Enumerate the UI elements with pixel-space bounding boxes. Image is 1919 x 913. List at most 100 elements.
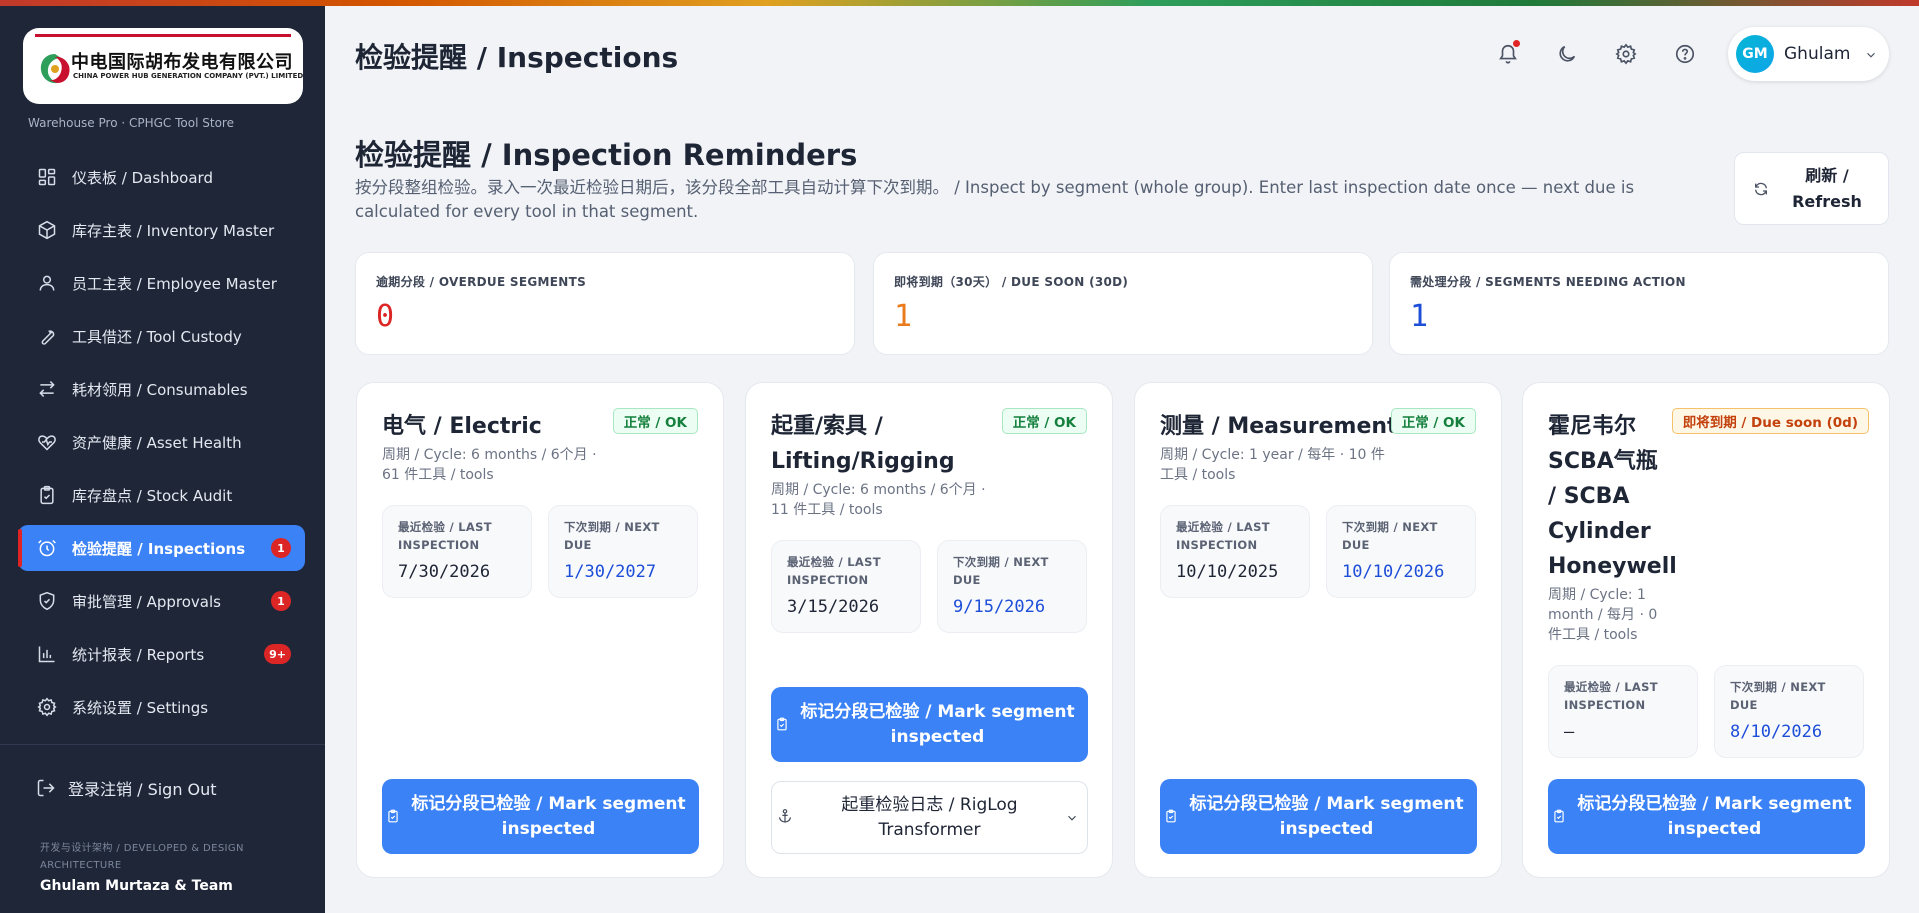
section-description: 按分段整组检验。录入一次最近检验日期后，该分段全部工具自动计算下次到期。 / I…: [355, 178, 1635, 221]
sidebar-item-tool-custody[interactable]: 工具借还 / Tool Custody: [18, 313, 305, 359]
next-due-box: 下次到期 / NEXT DUE 10/10/2026: [1326, 505, 1476, 598]
segment-meta: 周期 / Cycle: 6 months / 6个月 · 61 件工具 / to…: [382, 447, 597, 483]
sidebar: 中电国际胡布发电有限公司 CHINA POWER HUB GENERATION …: [0, 0, 325, 913]
status-badge: 正常 / OK: [1390, 408, 1476, 434]
sidebar-item-label: 库存盘点 / Stock Audit: [72, 486, 233, 505]
riglog-transformer-dropdown[interactable]: 起重检验日志 / RigLog Transformer: [771, 781, 1088, 854]
mark-segment-label: 标记分段已检验 / Mark segment inspected: [1189, 793, 1464, 839]
sidebar-item-label: 库存主表 / Inventory Master: [72, 221, 275, 240]
notification-dot: [1513, 40, 1520, 47]
last-inspection-label: 最近检验 / LAST INSPECTION: [1564, 680, 1658, 712]
status-badge: 即将到期 / Due soon (0d): [1671, 408, 1869, 434]
refresh-label: 刷新 / Refresh: [1792, 165, 1862, 211]
page-title: 检验提醒 / Inspections: [355, 41, 679, 74]
company-logo[interactable]: 中电国际胡布发电有限公司 CHINA POWER HUB GENERATION …: [23, 28, 303, 104]
mark-segment-label: 标记分段已检验 / Mark segment inspected: [800, 701, 1075, 747]
logo-mark-icon: [40, 54, 70, 84]
reports-count-badge: 9+: [264, 644, 291, 664]
next-due-box: 下次到期 / NEXT DUE 9/15/2026: [937, 540, 1087, 633]
logo-chinese-name: 中电国际胡布发电有限公司: [71, 52, 293, 73]
mark-segment-inspected-button[interactable]: 标记分段已检验 / Mark segment inspected: [382, 779, 699, 854]
help-circle-icon: [1675, 44, 1695, 64]
chevron-down-icon: [1065, 810, 1079, 824]
last-inspection-date: 10/10/2025: [1176, 562, 1279, 582]
stat-card-due-soon: 即将到期（30天） / DUE SOON (30D) 1: [873, 252, 1373, 355]
theme-toggle-button[interactable]: [1553, 40, 1581, 68]
chevron-down-icon: [1864, 47, 1878, 61]
heart-pulse-icon: [36, 431, 58, 453]
stat-label: 逾期分段 / OVERDUE SEGMENTS: [376, 275, 587, 289]
sidebar-item-approvals[interactable]: 审批管理 / Approvals 1: [18, 578, 305, 624]
user-icon: [36, 272, 58, 294]
sidebar-item-label: 统计报表 / Reports: [72, 645, 205, 664]
sidebar-item-inspections[interactable]: 检验提醒 / Inspections 1: [18, 525, 305, 571]
developer-credit-name: Ghulam Murtaza & Team: [40, 878, 233, 894]
stat-label: 即将到期（30天） / DUE SOON (30D): [894, 275, 1129, 289]
help-button[interactable]: [1671, 40, 1699, 68]
next-due-label: 下次到期 / NEXT DUE: [564, 520, 660, 552]
mark-segment-inspected-button[interactable]: 标记分段已检验 / Mark segment inspected: [1548, 779, 1865, 854]
sidebar-divider: [0, 744, 325, 745]
alarm-clock-icon: [36, 537, 58, 559]
sidebar-item-inventory[interactable]: 库存主表 / Inventory Master: [18, 207, 305, 253]
mark-segment-label: 标记分段已检验 / Mark segment inspected: [1577, 793, 1852, 839]
segment-title: 起重/索具 / Lifting/Rigging: [771, 414, 955, 474]
sidebar-item-label: 耗材领用 / Consumables: [72, 380, 248, 399]
next-due-label: 下次到期 / NEXT DUE: [953, 555, 1049, 587]
app-subtitle: Warehouse Pro · CPHGC Tool Store: [28, 116, 234, 130]
mark-segment-inspected-button[interactable]: 标记分段已检验 / Mark segment inspected: [771, 687, 1088, 762]
logo-english-name: CHINA POWER HUB GENERATION COMPANY (PVT.…: [73, 72, 303, 80]
stat-value: 1: [1410, 299, 1429, 334]
user-menu[interactable]: GM Ghulam: [1728, 27, 1889, 81]
last-inspection-box: 最近检验 / LAST INSPECTION —: [1548, 665, 1698, 758]
gear-icon: [36, 696, 58, 718]
sign-out-button[interactable]: 登录注销 / Sign Out: [36, 776, 217, 800]
next-due-box: 下次到期 / NEXT DUE 8/10/2026: [1714, 665, 1864, 758]
settings-button[interactable]: [1612, 40, 1640, 68]
mark-segment-inspected-button[interactable]: 标记分段已检验 / Mark segment inspected: [1160, 779, 1477, 854]
stat-card-needing-action: 需处理分段 / SEGMENTS NEEDING ACTION 1: [1389, 252, 1889, 355]
sidebar-item-employees[interactable]: 员工主表 / Employee Master: [18, 260, 305, 306]
refresh-icon: [1755, 182, 1767, 195]
sidebar-nav: 仪表板 / Dashboard 库存主表 / Inventory Master …: [18, 154, 305, 737]
riglog-label: 起重检验日志 / RigLog Transformer: [841, 794, 1018, 840]
inspections-count-badge: 1: [271, 538, 291, 558]
notifications-button[interactable]: [1494, 40, 1522, 68]
gear-icon: [1615, 43, 1637, 65]
clipboard-icon: [1552, 808, 1568, 824]
segment-meta: 周期 / Cycle: 1 month / 每月 · 0 件工具 / tools: [1548, 587, 1658, 643]
next-due-label: 下次到期 / NEXT DUE: [1730, 680, 1826, 712]
moon-icon: [1559, 45, 1576, 62]
last-inspection-label: 最近检验 / LAST INSPECTION: [787, 555, 881, 587]
wrench-icon: [36, 325, 58, 347]
next-due-date: 8/10/2026: [1730, 722, 1823, 742]
sidebar-item-asset-health[interactable]: 资产健康 / Asset Health: [18, 419, 305, 465]
refresh-button[interactable]: 刷新 / Refresh: [1734, 152, 1889, 225]
sidebar-item-reports[interactable]: 统计报表 / Reports 9+: [18, 631, 305, 677]
segment-meta: 周期 / Cycle: 1 year / 每年 · 10 件工具 / tools: [1160, 447, 1385, 483]
top-accent-strip: [0, 0, 1919, 6]
segment-card-measurement: 测量 / Measurement 正常 / OK 周期 / Cycle: 1 y…: [1134, 382, 1502, 878]
segment-card-lifting-rigging: 起重/索具 / Lifting/Rigging 正常 / OK 周期 / Cyc…: [745, 382, 1113, 878]
avatar: GM: [1736, 35, 1774, 73]
sign-out-icon: [37, 779, 55, 797]
status-badge: 正常 / OK: [612, 408, 698, 434]
next-due-label: 下次到期 / NEXT DUE: [1342, 520, 1438, 552]
bar-chart-icon: [36, 643, 58, 665]
sidebar-item-label: 检验提醒 / Inspections: [72, 539, 246, 558]
segment-title: 霍尼韦尔 SCBA气瓶 / SCBA Cylinder Honeywell: [1548, 414, 1677, 579]
sidebar-item-settings[interactable]: 系统设置 / Settings: [18, 684, 305, 730]
stat-card-overdue: 逾期分段 / OVERDUE SEGMENTS 0: [355, 252, 855, 355]
sign-out-label: 登录注销 / Sign Out: [68, 780, 217, 799]
sidebar-item-stock-audit[interactable]: 库存盘点 / Stock Audit: [18, 472, 305, 518]
sidebar-item-dashboard[interactable]: 仪表板 / Dashboard: [18, 154, 305, 200]
shield-check-icon: [36, 590, 58, 612]
last-inspection-date: 7/30/2026: [398, 562, 491, 582]
dashboard-icon: [36, 166, 58, 188]
mark-segment-label: 标记分段已检验 / Mark segment inspected: [411, 793, 686, 839]
segment-title: 电气 / Electric: [382, 414, 542, 439]
sidebar-item-consumables[interactable]: 耗材领用 / Consumables: [18, 366, 305, 412]
last-inspection-box: 最近检验 / LAST INSPECTION 3/15/2026: [771, 540, 921, 633]
segment-card-scba-cylinder: 霍尼韦尔 SCBA气瓶 / SCBA Cylinder Honeywell 即将…: [1522, 382, 1890, 878]
approvals-count-badge: 1: [271, 591, 291, 611]
